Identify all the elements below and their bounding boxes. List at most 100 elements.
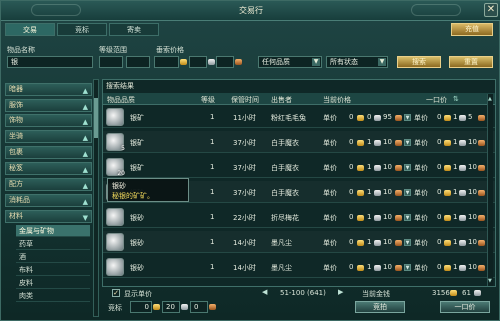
item-time: 11小时 [233,114,256,122]
price-unit: 单价 [323,264,337,272]
category-item[interactable]: 暗器 ▲ [5,83,92,96]
bid-button[interactable]: 竞拍 [355,301,405,313]
chevron-down-icon[interactable]: ▼ [404,114,411,121]
gold-coin-icon [444,165,451,171]
copper-coin-icon [478,265,485,271]
status-select[interactable]: 所有状态 ▼ [326,56,388,68]
bid-gold-input[interactable]: 0 [130,301,152,313]
price-copper-input[interactable] [216,56,234,68]
chevron-down-icon[interactable]: ▼ [404,264,411,271]
silver-coin-icon [459,140,466,146]
tab-bid[interactable]: 竞标 [57,23,107,36]
chevron-down-icon[interactable]: ▼ [404,239,411,246]
subcategory-item[interactable]: 皮料 [16,277,90,289]
col-buyout[interactable]: 一口价 [426,95,447,105]
category-item[interactable]: 包裹 ▲ [5,146,92,159]
table-row[interactable]: 20银矿137小时白手魔衣单价0110▼单价0110 [103,156,495,178]
price-gold: 0 [349,213,354,221]
chevron-down-icon[interactable]: ▼ [404,164,411,171]
close-button[interactable]: ✕ [484,3,498,17]
item-level: 1 [210,113,215,121]
price-copper: 10 [383,188,392,196]
col-time[interactable]: 保管时间 [231,95,259,105]
category-item[interactable]: 配方 ▲ [5,178,92,191]
item-seller: 粉红毛毛兔 [271,114,306,122]
sort-icon[interactable]: ⇅ [453,95,459,103]
subcategory-item[interactable]: 金属与矿物 [16,225,90,237]
buyout-unit: 单价 [414,189,428,197]
category-item[interactable]: 饰物 ▲ [5,114,92,127]
subcategory-item[interactable]: 布料 [16,264,90,276]
table-row[interactable]: 银矿 1 11小时 粉红毛毛兔 单价 0 0 95 ▼ 单价 0 1 5 [103,106,495,128]
item-level: 1 [210,138,215,146]
scroll-thumb[interactable] [94,98,98,138]
silver-ore-icon: 20 [106,158,125,177]
subcategory-item[interactable]: 肉类 [16,290,90,302]
item-name: 银砂 [130,264,144,272]
results-scrollbar[interactable]: ▲ ▼ [487,94,493,286]
category-item[interactable]: 秘笈 ▲ [5,162,92,175]
bid-copper-input[interactable]: 0 [190,301,208,313]
item-name: 银矿 [130,139,144,147]
item-seller: 白手魔衣 [271,189,299,197]
table-row[interactable]: 银砂 1 14小时 墨凡尘 单价 0 1 10 ▼ 单价 0 1 10 [103,256,495,278]
table-row[interactable]: 银砂 1 22小时 折尽梅花 单价 0 1 10 ▼ 单价 0 1 10 [103,206,495,228]
level-min-input[interactable] [99,56,123,68]
scroll-down-icon[interactable]: ▼ [488,278,493,284]
col-level[interactable]: 等级 [201,95,215,105]
silver-coin-icon [374,265,381,271]
price-gold-input[interactable] [154,56,179,68]
subcategory-item[interactable]: 酒 [16,251,90,263]
prev-page-icon[interactable]: ◀ [262,288,267,296]
show-unit-price-checkbox[interactable]: ✓ [112,289,120,297]
price-silver: 0 [367,113,372,121]
category-item[interactable]: 消耗品 ▲ [5,194,92,207]
item-level: 1 [210,213,215,221]
buyout-unit: 单价 [414,264,428,272]
bid-silver-input[interactable]: 20 [162,301,180,313]
category-item-materials[interactable]: 材料 ▼ [5,210,92,223]
price-copper: 95 [383,113,392,121]
price-silver-input[interactable] [189,56,207,68]
silver-coin-icon [459,165,466,171]
col-quality[interactable]: 物品品质 [107,95,135,105]
auction-window: 交易行 ✕ 交易 竞标 寄卖 充值 物品名称 等级范围 垂索价格 银 任何品质 … [0,0,500,321]
copper-coin-icon [395,165,402,171]
category-scrollbar[interactable] [93,79,99,317]
expand-icon: ▲ [82,134,88,142]
col-seller[interactable]: 出售者 [271,95,292,105]
category-item[interactable]: 坐骑 ▲ [5,130,92,143]
col-price[interactable]: 当前价格 [323,95,351,105]
search-button[interactable]: 搜索 [397,56,441,68]
quality-select[interactable]: 任何品质 ▼ [258,56,322,68]
price-copper: 10 [383,238,392,246]
item-name-input[interactable]: 银 [7,56,93,68]
copper-coin-icon [235,59,242,65]
copper-coin-icon [395,240,402,246]
chevron-down-icon[interactable]: ▼ [404,214,411,221]
next-page-icon[interactable]: ▶ [338,288,343,296]
buyout-button[interactable]: 一口价 [440,301,490,313]
item-tooltip: 银砂 秘银的矿矿。 [107,178,189,202]
item-level: 1 [210,238,215,246]
chevron-down-icon[interactable]: ▼ [404,189,411,196]
reset-button[interactable]: 重置 [449,56,493,68]
buyout-unit: 单价 [414,139,428,147]
copper-coin-icon [478,240,485,246]
level-max-input[interactable] [126,56,150,68]
table-row[interactable]: 银砂 1 14小时 墨凡尘 单价 0 1 10 ▼ 单价 0 1 10 [103,231,495,253]
scroll-up-icon[interactable]: ▲ [488,96,493,102]
tab-consign[interactable]: 寄卖 [109,23,159,36]
page-range: 51-100 (641) [280,289,326,297]
table-row[interactable]: 5 银矿 1 37小时 白手魔衣 单价 0 1 10 ▼ 单价 0 1 10 [103,131,495,153]
copper-coin-icon [395,140,402,146]
price-unit: 单价 [323,139,337,147]
tab-trade[interactable]: 交易 [5,23,55,36]
money-silver: 61 [462,289,471,297]
chevron-down-icon[interactable]: ▼ [404,139,411,146]
item-name: 银矿 [130,164,144,172]
price-silver: 1 [367,138,372,146]
recharge-button[interactable]: 充值 [451,23,493,36]
category-item[interactable]: 服饰 ▲ [5,99,92,112]
subcategory-item[interactable]: 药草 [16,238,90,250]
